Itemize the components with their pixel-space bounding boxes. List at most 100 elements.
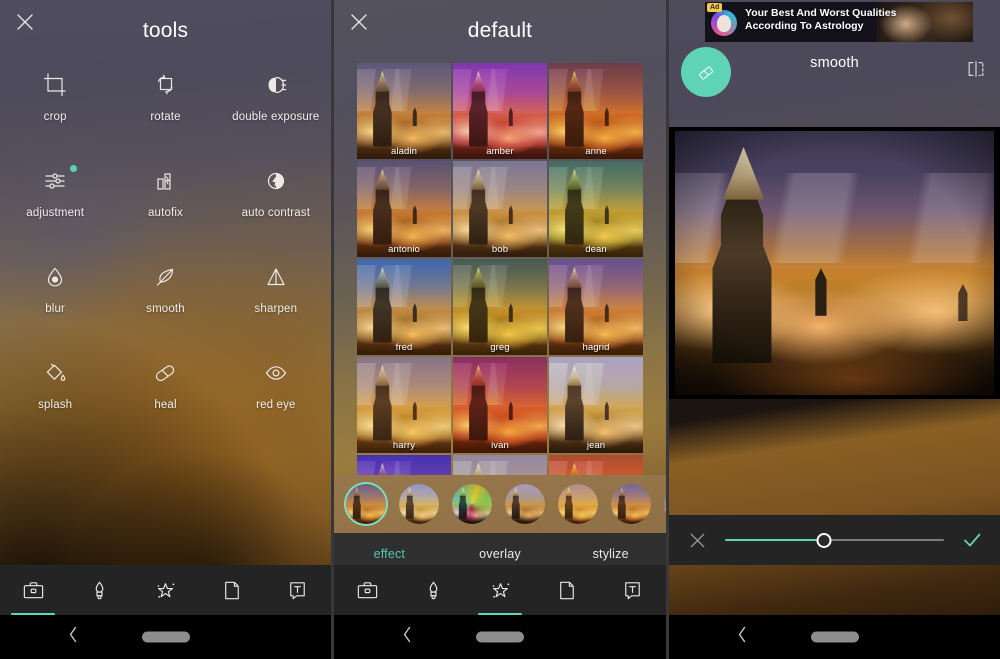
filter-filmstrip[interactable] [334, 475, 666, 533]
filmstrip-preview-image [399, 484, 439, 524]
feather-icon [152, 258, 178, 296]
home-pill[interactable] [476, 631, 524, 643]
home-pill[interactable] [141, 631, 190, 643]
bottom-navigation [0, 565, 331, 615]
chevron-left-icon[interactable] [400, 626, 414, 649]
slider-fill [725, 539, 824, 541]
filter-thumbnail[interactable]: aladin [357, 63, 451, 159]
filter-color-tint [357, 161, 451, 257]
tool-crop[interactable]: crop [0, 66, 110, 137]
filter-thumbnail[interactable]: bob [453, 161, 547, 257]
double-exposure-icon [263, 66, 289, 104]
tool-label: heal [154, 399, 177, 411]
tab-effect[interactable]: effect [334, 547, 445, 561]
filter-thumbnail[interactable] [549, 455, 643, 475]
bottom-navigation [334, 565, 666, 615]
filter-name: hagrid [582, 342, 610, 353]
filter-name: dean [585, 244, 607, 255]
filmstrip-thumbnail[interactable] [344, 482, 388, 526]
tool-adjustment[interactable]: adjustment [0, 162, 110, 233]
filmstrip-preview-image [664, 484, 666, 524]
tool-label: auto contrast [241, 207, 311, 219]
filmstrip-thumbnail[interactable] [662, 482, 666, 526]
filmstrip-thumbnail[interactable] [609, 482, 653, 526]
nav-item-effects[interactable] [467, 565, 533, 615]
filter-color-tint [453, 455, 547, 475]
filmstrip-preview-image [611, 484, 651, 524]
nav-item-frames[interactable] [199, 565, 265, 615]
confirm-button[interactable] [944, 529, 1000, 551]
tools-grid: crop rotate double exposure adjustment a… [0, 66, 331, 425]
filter-preview-image [453, 63, 547, 159]
tool-autofix[interactable]: autofix [110, 162, 220, 233]
nav-item-effects[interactable] [132, 565, 198, 615]
filter-thumbnail[interactable]: ivan [453, 357, 547, 453]
ad-logo-icon [711, 10, 737, 36]
chevron-left-icon[interactable] [66, 626, 80, 649]
tool-label: sharpen [254, 303, 298, 315]
tool-auto-contrast[interactable]: auto contrast [221, 162, 331, 233]
ad-line-1: Your Best And Worst Qualities [745, 7, 897, 19]
filter-thumbnail[interactable]: greg [453, 259, 547, 355]
nav-item-text[interactable] [600, 565, 666, 615]
filter-thumbnail[interactable]: amber [453, 63, 547, 159]
filmstrip-thumbnail[interactable] [397, 482, 441, 526]
intensity-slider[interactable] [725, 529, 944, 551]
filter-preview-image [453, 161, 547, 257]
tool-label: blur [45, 303, 66, 315]
nav-item-text[interactable] [265, 565, 331, 615]
filter-thumbnail[interactable]: antonio [357, 161, 451, 257]
ad-banner[interactable]: Ad Your Best And Worst Qualities Accordi… [705, 2, 973, 42]
filter-grid-scroll[interactable]: aladin amber anne antonio bob dean fred greg hag… [357, 63, 643, 475]
tool-double-exposure[interactable]: double exposure [221, 66, 331, 137]
tool-sharpen[interactable]: sharpen [221, 258, 331, 329]
filter-name: bob [491, 244, 509, 255]
cancel-button[interactable] [669, 531, 725, 550]
page-title: tools [142, 19, 189, 42]
filter-color-tint [453, 161, 547, 257]
filmstrip-thumbnail[interactable] [503, 482, 547, 526]
tool-smooth[interactable]: smooth [110, 258, 220, 329]
nav-item-frames[interactable] [533, 565, 599, 615]
filmstrip-preview-image [505, 484, 545, 524]
autofix-icon [152, 162, 178, 200]
new-badge-dot [70, 165, 78, 172]
system-navigation-bar [0, 615, 331, 659]
filmstrip-thumbnail[interactable] [450, 482, 494, 526]
filter-preview-image [549, 357, 643, 453]
tab-stylize[interactable]: stylize [555, 547, 666, 561]
home-pill[interactable] [810, 631, 859, 643]
filter-thumbnail[interactable] [357, 455, 451, 475]
compare-split-icon[interactable] [962, 55, 990, 83]
photo-canvas[interactable] [669, 127, 1000, 399]
filter-thumbnail[interactable]: jean [549, 357, 643, 453]
filmstrip-preview-image [558, 484, 598, 524]
filmstrip-thumbnail[interactable] [556, 482, 600, 526]
sliders-icon [42, 162, 68, 200]
nav-item-tools[interactable] [0, 565, 66, 615]
chevron-left-icon[interactable] [735, 626, 749, 649]
nav-item-brush[interactable] [66, 565, 132, 615]
filter-preview-image [453, 357, 547, 453]
filter-thumbnail[interactable]: dean [549, 161, 643, 257]
slider-thumb[interactable] [816, 532, 832, 548]
nav-item-tools[interactable] [334, 565, 400, 615]
filter-thumbnail[interactable]: anne [549, 63, 643, 159]
filter-thumbnail[interactable]: fred [357, 259, 451, 355]
filter-thumbnail[interactable]: harry [357, 357, 451, 453]
filter-grid: aladin amber anne antonio bob dean fred greg hag… [357, 63, 643, 475]
nav-item-brush[interactable] [400, 565, 466, 615]
filter-preview-image [357, 357, 451, 453]
tool-blur[interactable]: blur [0, 258, 110, 329]
tool-splash[interactable]: splash [0, 354, 110, 425]
tab-overlay[interactable]: overlay [445, 547, 556, 561]
filter-preview-image [549, 455, 643, 475]
filter-name: ivan [491, 440, 509, 451]
tool-red-eye[interactable]: red eye [221, 354, 331, 425]
tool-rotate[interactable]: rotate [110, 66, 220, 137]
tool-heal[interactable]: heal [110, 354, 220, 425]
droplet-icon [42, 258, 68, 296]
filter-thumbnail[interactable]: hagrid [549, 259, 643, 355]
filter-preview-image [453, 259, 547, 355]
filter-thumbnail[interactable] [453, 455, 547, 475]
